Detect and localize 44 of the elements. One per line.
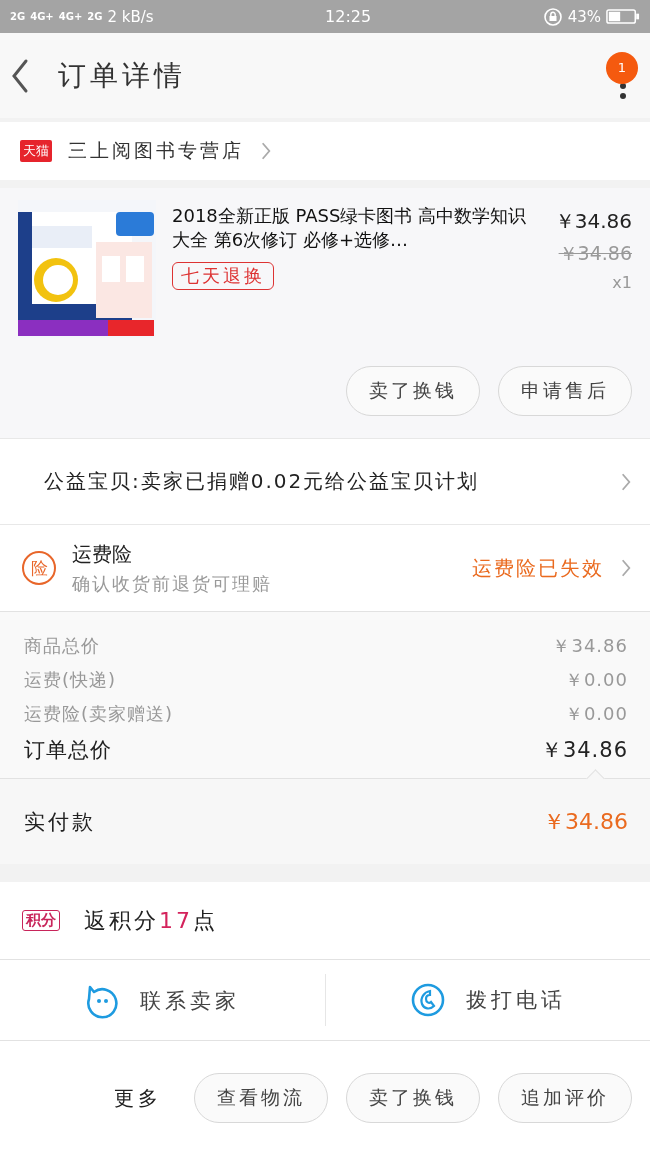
store-badge: 天猫 [20, 140, 52, 162]
product-price: ￥34.86 [554, 208, 632, 235]
network-label: 2G [87, 11, 103, 22]
action-button[interactable]: 卖了换钱 [346, 366, 480, 416]
notification-badge: 1 [606, 51, 638, 84]
cost-label: 运费(快递) [24, 668, 117, 692]
original-price: ￥34.86 [558, 241, 632, 266]
network-speed: 2 kB/s [107, 7, 154, 26]
insurance-icon: 险 [22, 551, 56, 585]
clock-time: 12:25 [325, 7, 372, 26]
cost-value: ￥0.00 [564, 668, 628, 692]
points-badge: 积分 [22, 910, 60, 931]
cost-label: 订单总价 [24, 737, 112, 764]
chevron-right-icon [620, 558, 632, 578]
back-icon[interactable] [10, 57, 30, 94]
insurance-title: 运费险 [72, 540, 133, 568]
paid-label: 实付款 [24, 808, 96, 836]
points-reward: 返积分 17 点 [84, 906, 218, 935]
return-policy-tag: 七天退换 [172, 262, 274, 290]
chevron-right-icon [620, 471, 632, 492]
battery-icon [606, 8, 640, 25]
product-title[interactable]: 2018全新正版 PASS绿卡图书 高中数学知识大全 第6次修订 必修+选修… [172, 204, 539, 252]
action-button[interactable]: 卖了换钱 [346, 1073, 480, 1123]
cost-value: ￥34.86 [540, 737, 628, 764]
page-title: 订单详情 [58, 57, 186, 94]
cost-label: 运费险(卖家赠送) [24, 702, 174, 726]
battery-percent: 43% [567, 7, 601, 26]
cost-label: 商品总价 [24, 634, 100, 658]
paid-amount: ￥34.86 [543, 807, 628, 836]
action-button[interactable]: 申请售后 [498, 366, 632, 416]
chevron-right-icon [260, 141, 272, 161]
insurance-subtitle: 确认收货前退货可理赔 [72, 571, 273, 596]
network-label: 2G [10, 11, 26, 22]
network-label: 4G+ [58, 11, 83, 22]
store-name[interactable]: 三上阅图书专营店 [68, 138, 244, 164]
phone-icon [409, 982, 446, 1018]
more-label: 更多 [114, 1084, 162, 1112]
network-label: 4G+ [30, 11, 54, 22]
action-button[interactable]: 查看物流 [194, 1073, 328, 1123]
quantity: x1 [612, 273, 632, 292]
cost-value: ￥0.00 [564, 702, 628, 726]
cost-value: ￥34.86 [552, 634, 628, 658]
action-button[interactable]: 追加评价 [498, 1073, 632, 1123]
rotation-lock-icon [542, 6, 563, 27]
